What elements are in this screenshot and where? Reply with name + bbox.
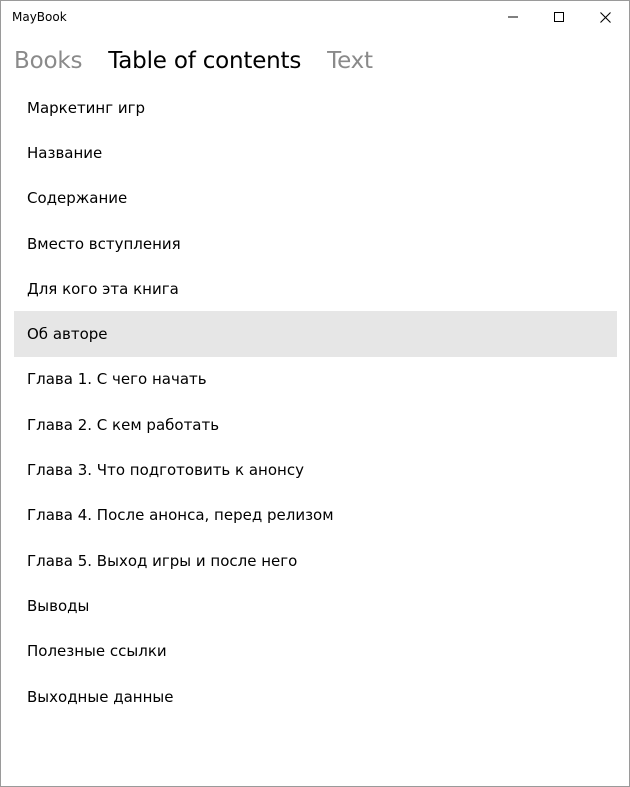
toc-item-selected[interactable]: Об авторе xyxy=(14,311,617,357)
toc-item[interactable]: Название xyxy=(14,130,617,175)
toc-item[interactable]: Глава 3. Что подготовить к анонсу xyxy=(14,447,617,492)
tab-books[interactable]: Books xyxy=(14,43,82,79)
toc-item[interactable]: Выводы xyxy=(14,583,617,628)
toc-item[interactable]: Вместо вступления xyxy=(14,221,617,266)
toc-item[interactable]: Маркетинг игр xyxy=(14,85,617,130)
toc-item[interactable]: Содержание xyxy=(14,176,617,221)
toc-item[interactable]: Глава 1. С чего начать xyxy=(14,357,617,402)
toc-item[interactable]: Выходные данные xyxy=(14,674,617,719)
minimize-icon xyxy=(508,12,518,22)
maximize-icon xyxy=(554,12,564,22)
app-title: MayBook xyxy=(12,10,67,24)
toc-item[interactable]: Глава 5. Выход игры и после него xyxy=(14,538,617,583)
toc-item[interactable]: Глава 2. С кем работать xyxy=(14,402,617,447)
tab-table-of-contents[interactable]: Table of contents xyxy=(108,43,301,79)
tab-text[interactable]: Text xyxy=(327,43,373,79)
pivot-header: Books Table of contents Text xyxy=(14,43,399,79)
toc-item[interactable]: Глава 4. После анонса, перед релизом xyxy=(14,493,617,538)
toc-item[interactable]: Полезные ссылки xyxy=(14,629,617,674)
app-window: MayBook Books Table of contents Text Мар… xyxy=(0,0,630,787)
close-icon xyxy=(599,11,611,23)
toc-item[interactable]: Для кого эта книга xyxy=(14,266,617,311)
maximize-button[interactable] xyxy=(536,1,582,33)
table-of-contents-list: Маркетинг игр Название Содержание Вместо… xyxy=(14,85,617,719)
title-bar[interactable]: MayBook xyxy=(1,1,629,33)
minimize-button[interactable] xyxy=(490,1,536,33)
close-button[interactable] xyxy=(582,1,628,33)
